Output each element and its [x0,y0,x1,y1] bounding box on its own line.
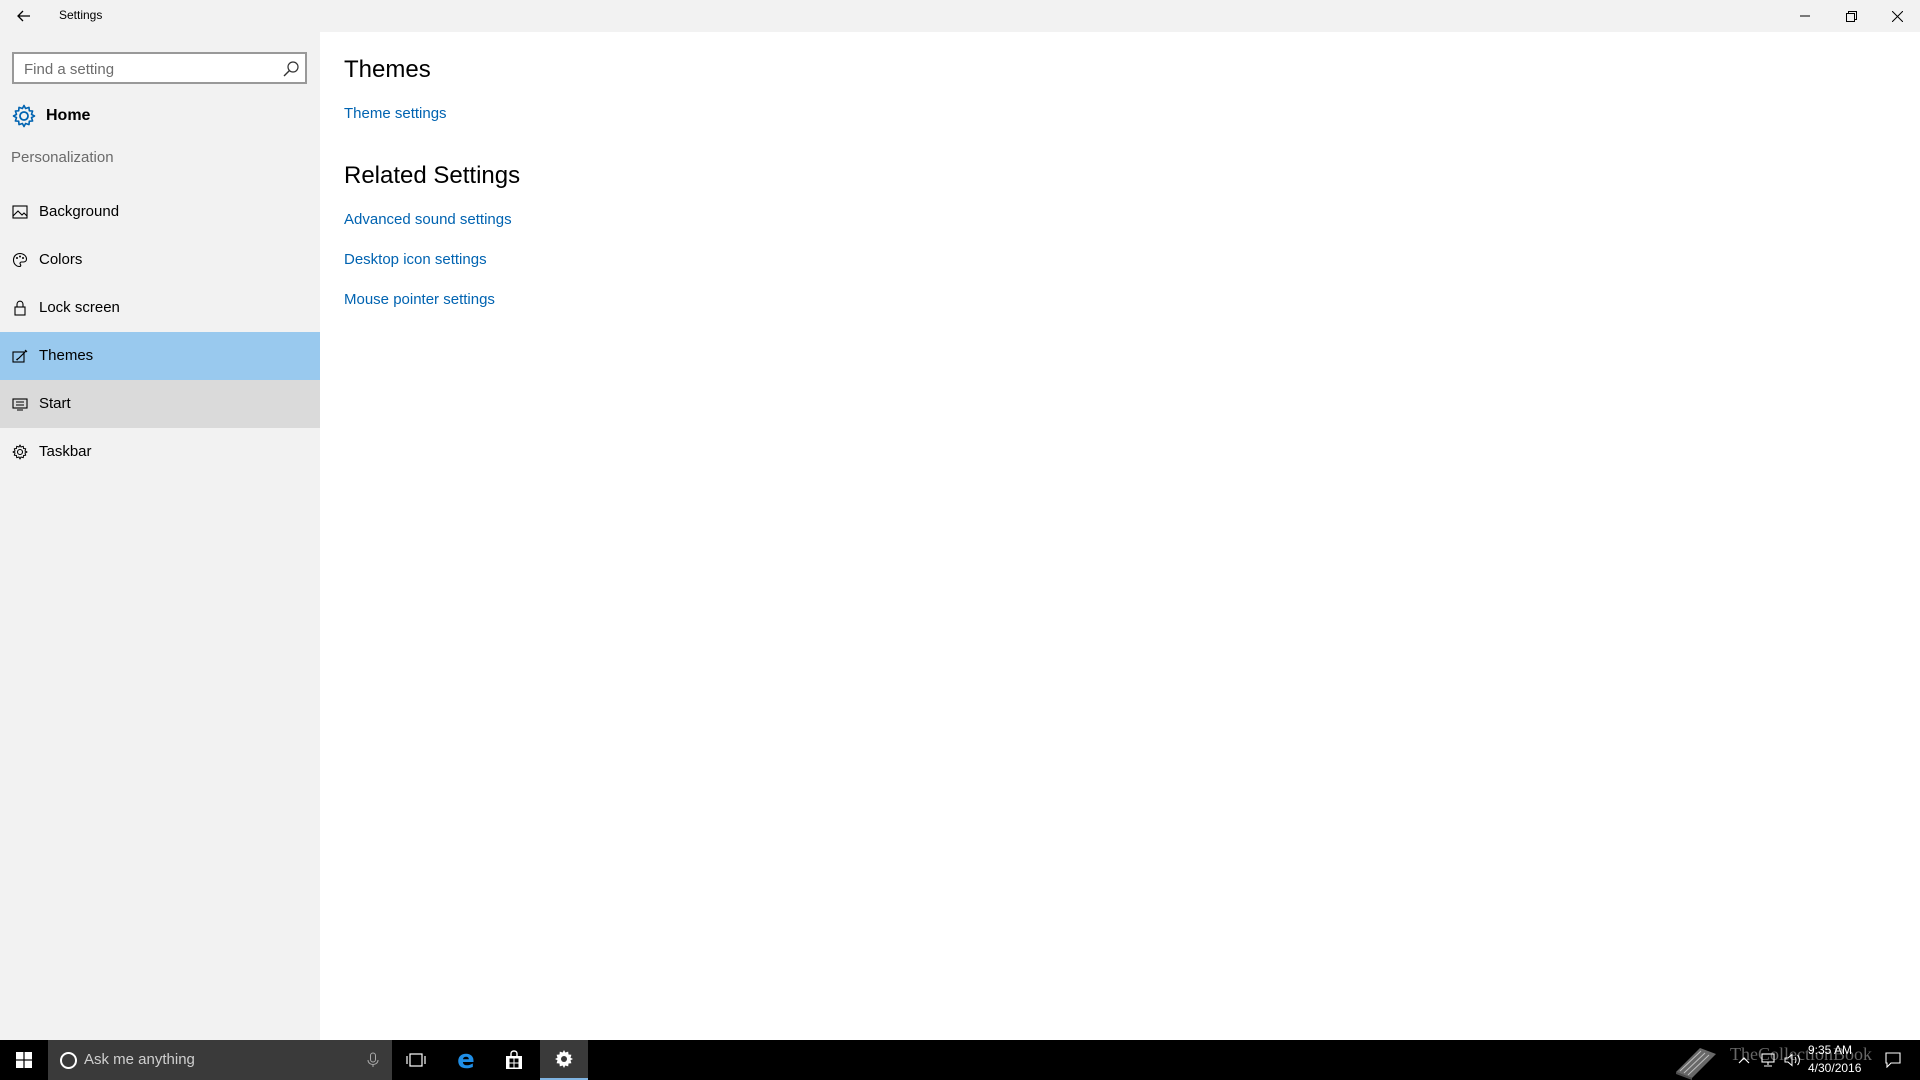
restore-button[interactable] [1828,0,1874,32]
start-menu-icon [12,398,28,411]
palette-icon [12,252,28,268]
search-input[interactable]: Find a setting [24,61,114,78]
action-center-button[interactable] [1878,1040,1908,1080]
edge-icon: e [457,1045,475,1075]
close-button[interactable] [1874,0,1920,32]
gear-icon [555,1050,573,1068]
themes-brush-icon [12,349,28,363]
sidebar-item-label: Taskbar [39,443,92,460]
taskbar-gear-icon [12,444,28,460]
task-view-icon [406,1053,426,1067]
network-tray-button[interactable] [1756,1040,1780,1080]
home-nav-item[interactable]: Home [0,92,320,140]
start-button[interactable] [0,1040,48,1080]
page-title: Themes [344,56,431,83]
sidebar-item-taskbar[interactable]: Taskbar [0,428,320,476]
section-label-personalization: Personalization [11,149,114,166]
home-label: Home [46,107,91,124]
sidebar-item-start[interactable]: Start [0,380,320,428]
back-arrow-icon [17,10,30,22]
sidebar-item-lock-screen[interactable]: Lock screen [0,284,320,332]
title-bar: Settings [0,0,1920,32]
cortana-search-box[interactable]: Ask me anything [48,1040,392,1080]
window-title: Settings [59,8,103,22]
cortana-icon [60,1052,77,1069]
search-box[interactable]: Find a setting [12,52,307,84]
lock-icon [14,300,26,316]
minimize-icon [1800,15,1810,17]
sidebar-item-themes[interactable]: Themes [0,332,320,380]
clock-time[interactable]: 9:35 AM [1808,1043,1852,1057]
back-button[interactable] [0,0,48,32]
store-bag-icon [506,1050,522,1069]
mouse-pointer-settings-link[interactable]: Mouse pointer settings [344,291,495,308]
sidebar-item-colors[interactable]: Colors [0,236,320,284]
watermark-book-logo [1676,1048,1716,1080]
picture-icon [12,205,28,219]
show-hidden-icons-button[interactable] [1734,1040,1754,1080]
main-content: Themes Theme settings Related Settings A… [320,32,1920,1040]
sidebar: Find a setting Home Personalization Back… [0,32,320,1040]
minimize-button[interactable] [1782,0,1828,32]
desktop-icon-settings-link[interactable]: Desktop icon settings [344,251,487,268]
advanced-sound-settings-link[interactable]: Advanced sound settings [344,211,512,228]
close-icon [1891,10,1903,22]
sidebar-item-label: Colors [39,251,83,268]
chevron-up-icon [1738,1057,1750,1064]
related-settings-heading: Related Settings [344,162,521,189]
cortana-search-text: Ask me anything [84,1051,195,1068]
microphone-icon[interactable] [366,1052,380,1068]
taskbar: Ask me anything e TheCollectionBook 9:35… [0,1040,1920,1080]
sidebar-item-background[interactable]: Background [0,188,320,236]
theme-settings-link[interactable]: Theme settings [344,105,447,122]
restore-icon [1845,10,1857,22]
sidebar-item-label: Lock screen [39,299,120,316]
store-button[interactable] [490,1040,538,1080]
task-view-button[interactable] [392,1040,440,1080]
search-icon[interactable] [282,60,300,78]
clock-date[interactable]: 4/30/2016 [1808,1061,1861,1075]
sidebar-item-label: Background [39,203,120,220]
volume-icon [1784,1053,1800,1067]
network-icon [1761,1053,1775,1067]
sidebar-item-label: Start [39,395,71,412]
settings-taskbar-button[interactable] [540,1040,588,1080]
notifications-icon [1885,1052,1901,1068]
volume-tray-button[interactable] [1780,1040,1806,1080]
windows-logo-icon [16,1052,32,1068]
sidebar-item-label: Themes [39,347,94,364]
gear-icon [12,104,36,128]
edge-browser-button[interactable]: e [442,1040,490,1080]
